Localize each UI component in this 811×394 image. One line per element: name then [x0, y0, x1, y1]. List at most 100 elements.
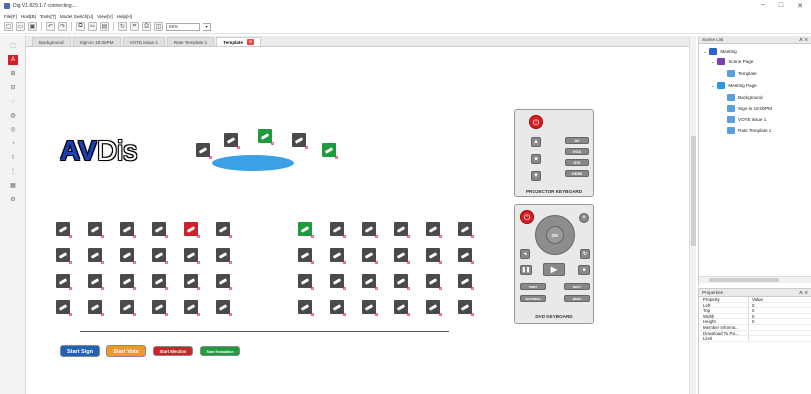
- zoom-input[interactable]: 89%: [166, 22, 200, 31]
- menu-file[interactable]: File[F]: [4, 14, 17, 19]
- seat-icon[interactable]: [56, 222, 72, 238]
- speaker-tool-icon[interactable]: ◔: [8, 139, 18, 149]
- dvd-prev-button[interactable]: PREV: [520, 283, 546, 290]
- seat-icon[interactable]: [258, 129, 274, 145]
- new-icon[interactable]: ▢: [4, 22, 13, 31]
- seat-icon[interactable]: [56, 248, 72, 264]
- cut-icon[interactable]: ✂: [88, 22, 97, 31]
- seat-icon[interactable]: [426, 222, 442, 238]
- dvd-settings-button[interactable]: SETTINGS: [520, 295, 546, 302]
- start-evaluation-button[interactable]: Start Evaluation: [200, 346, 240, 356]
- tree-item-meeting[interactable]: ⌄ Meeting: [703, 48, 737, 55]
- logo-tool-icon[interactable]: A: [8, 55, 18, 65]
- save-icon[interactable]: ▣: [28, 22, 37, 31]
- dvd-pause-button[interactable]: ❚❚: [520, 265, 532, 275]
- preview-icon[interactable]: ◫: [154, 22, 163, 31]
- paste-icon[interactable]: ▤: [100, 22, 109, 31]
- device-tool-icon[interactable]: ◌: [8, 97, 18, 107]
- start-election-button[interactable]: Start Election: [153, 346, 193, 356]
- zoom-dropdown-icon[interactable]: ▾: [203, 22, 211, 31]
- seat-icon[interactable]: [152, 274, 168, 290]
- seat-icon[interactable]: [216, 222, 232, 238]
- seat-icon[interactable]: [88, 274, 104, 290]
- seat-icon[interactable]: [394, 248, 410, 264]
- scrollbar-thumb[interactable]: [691, 136, 696, 246]
- seat-icon[interactable]: [216, 300, 232, 316]
- tab-template[interactable]: Template ✕: [216, 37, 262, 46]
- pin-close-icon[interactable]: ᗑ ✕: [799, 289, 808, 297]
- seat-icon[interactable]: [184, 248, 200, 264]
- tree-item-template[interactable]: Template: [727, 70, 757, 77]
- seat-icon[interactable]: [184, 300, 200, 316]
- seat-icon[interactable]: [152, 300, 168, 316]
- seat-icon[interactable]: [298, 274, 314, 290]
- seat-icon[interactable]: [362, 222, 378, 238]
- seat-icon[interactable]: [152, 222, 168, 238]
- dvd-next-button[interactable]: NEXT: [564, 283, 590, 290]
- copy-icon[interactable]: ⧉: [76, 22, 85, 31]
- projector-keyboard[interactable]: ⏻ ▲ ■ ▼ AV VGA DVI HDMI PROJECTOR KEYBOA…: [514, 109, 594, 197]
- menu-host[interactable]: Host[B]: [21, 14, 36, 19]
- seat-icon[interactable]: [120, 222, 136, 238]
- seat-icon[interactable]: [120, 300, 136, 316]
- seat-icon[interactable]: [322, 143, 338, 159]
- seat-icon[interactable]: [120, 248, 136, 264]
- select-tool-icon[interactable]: ⬚: [8, 41, 18, 51]
- menu-tools[interactable]: Tools[T]: [40, 14, 56, 19]
- seat-icon[interactable]: [184, 222, 200, 238]
- projector-stop-button[interactable]: ■: [531, 154, 541, 164]
- scene-list-horizontal-scrollbar[interactable]: [699, 276, 811, 283]
- dvd-stop-button[interactable]: ■: [578, 265, 590, 275]
- start-sign-button[interactable]: Start Sign: [60, 345, 100, 357]
- tree-item-meeting-page[interactable]: ⌄ Meeting Page: [711, 82, 757, 89]
- seat-icon[interactable]: [362, 274, 378, 290]
- maximize-button[interactable]: □: [779, 2, 783, 10]
- tree-item-sign-in[interactable]: Sign-in 19:00PM: [727, 105, 772, 112]
- start-vote-button[interactable]: Start Vote: [106, 345, 146, 357]
- seat-icon[interactable]: [458, 222, 474, 238]
- pin-close-icon[interactable]: ᗑ ✕: [799, 36, 808, 44]
- seat-icon[interactable]: [184, 274, 200, 290]
- tree-item-background[interactable]: Background: [727, 94, 763, 101]
- projector-power-icon[interactable]: ⏻: [529, 115, 543, 129]
- seat-icon[interactable]: [330, 274, 346, 290]
- vga-button[interactable]: VGA: [565, 148, 589, 155]
- dvd-keyboard[interactable]: ⏻ OK + ◂ ↻ ❚❚ ▶ ■ PREV NEXT SETTINGS MEN…: [514, 204, 594, 324]
- fit-icon[interactable]: ⌗: [130, 22, 139, 31]
- seat-icon[interactable]: [458, 300, 474, 316]
- menu-view[interactable]: View[V]: [97, 14, 113, 19]
- tree-item-rate-template[interactable]: Rate Template 1: [727, 127, 771, 134]
- projector-up-button[interactable]: ▲: [531, 137, 541, 147]
- seat-icon[interactable]: [362, 300, 378, 316]
- tab-sign-in[interactable]: Sign-in 19:00PM: [72, 37, 121, 46]
- seat-tool-icon[interactable]: ⊞: [8, 69, 18, 79]
- seat-icon[interactable]: [216, 274, 232, 290]
- dvd-repeat-button[interactable]: ↻: [580, 249, 590, 259]
- close-button[interactable]: ✕: [797, 2, 803, 10]
- menu-model-switch[interactable]: Model Switch[U]: [60, 14, 93, 19]
- stage-ellipse[interactable]: [212, 155, 294, 171]
- menu-help[interactable]: Help[H]: [117, 14, 132, 19]
- av-button[interactable]: AV: [565, 137, 589, 144]
- property-value[interactable]: 0: [749, 308, 811, 313]
- seat-icon[interactable]: [298, 248, 314, 264]
- print-icon[interactable]: ⎙: [142, 22, 151, 31]
- seat-icon[interactable]: [56, 274, 72, 290]
- hdmi-button[interactable]: HDMI: [565, 170, 589, 177]
- canvas-vertical-scrollbar[interactable]: [689, 36, 696, 394]
- group-tool-icon[interactable]: ⊟: [8, 83, 18, 93]
- undo-icon[interactable]: ↶: [46, 22, 55, 31]
- projector-down-button[interactable]: ▼: [531, 171, 541, 181]
- tree-item-scene-page[interactable]: ⌄ Scene Page: [711, 58, 753, 65]
- text-tool-icon[interactable]: ᴛ: [8, 153, 18, 163]
- minimize-button[interactable]: −: [761, 2, 765, 10]
- dvi-button[interactable]: DVI: [565, 159, 589, 166]
- seat-icon[interactable]: [196, 143, 212, 159]
- seat-icon[interactable]: [88, 300, 104, 316]
- dvd-back-button[interactable]: ◂: [520, 249, 530, 259]
- seat-icon[interactable]: [426, 300, 442, 316]
- dvd-menu-button[interactable]: MENU: [564, 295, 590, 302]
- seat-icon[interactable]: [394, 222, 410, 238]
- property-value[interactable]: [749, 336, 811, 341]
- seat-icon[interactable]: [216, 248, 232, 264]
